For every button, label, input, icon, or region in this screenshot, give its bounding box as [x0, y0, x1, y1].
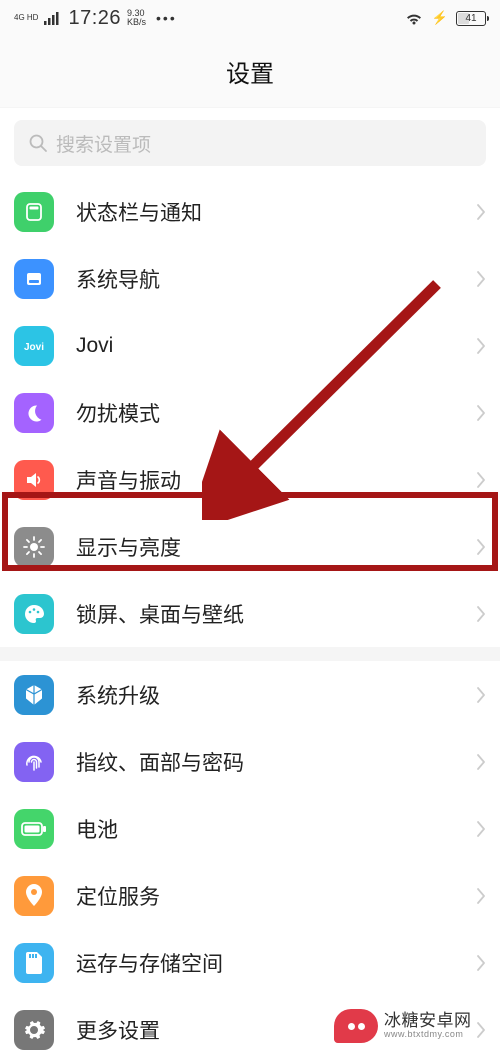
- network-mode: 4G HD: [14, 14, 38, 22]
- chevron-right-icon: [476, 539, 486, 555]
- more-icon: [14, 1010, 54, 1050]
- settings-row-display[interactable]: 显示与亮度: [0, 513, 500, 580]
- more-status-icon: •••: [156, 10, 177, 26]
- jovi-icon: Jovi: [14, 326, 54, 366]
- chevron-right-icon: [476, 472, 486, 488]
- search-icon: [28, 133, 48, 153]
- chevron-right-icon: [476, 955, 486, 971]
- row-label: Jovi: [76, 334, 476, 358]
- system-update-icon: [14, 675, 54, 715]
- status-notify-icon: [14, 192, 54, 232]
- chevron-right-icon: [476, 204, 486, 220]
- biometrics-icon: [14, 742, 54, 782]
- battery-icon: [14, 809, 54, 849]
- signal-bars-icon: [44, 11, 62, 25]
- settings-row-status-notify[interactable]: 状态栏与通知: [0, 178, 500, 245]
- settings-row-storage[interactable]: 运存与存储空间: [0, 929, 500, 996]
- settings-group: 系统升级指纹、面部与密码电池定位服务运存与存储空间更多设置: [0, 661, 500, 1063]
- chevron-right-icon: [476, 687, 486, 703]
- page-title: 设置: [0, 36, 500, 107]
- lockscreen-icon: [14, 594, 54, 634]
- svg-text:Jovi: Jovi: [24, 342, 44, 353]
- status-bar: 4G HD 17:26 9.30 KB/s ••• ⚡ 41: [0, 0, 500, 36]
- system-nav-icon: [14, 259, 54, 299]
- settings-row-biometrics[interactable]: 指纹、面部与密码: [0, 728, 500, 795]
- chevron-right-icon: [476, 338, 486, 354]
- row-label: 勿扰模式: [76, 398, 476, 428]
- settings-row-lockscreen[interactable]: 锁屏、桌面与壁纸: [0, 580, 500, 647]
- display-icon: [14, 527, 54, 567]
- chevron-right-icon: [476, 1022, 486, 1038]
- settings-row-sound[interactable]: 声音与振动: [0, 446, 500, 513]
- storage-icon: [14, 943, 54, 983]
- chevron-right-icon: [476, 888, 486, 904]
- chevron-right-icon: [476, 606, 486, 622]
- row-label: 系统升级: [76, 680, 476, 710]
- row-label: 更多设置: [76, 1015, 476, 1045]
- chevron-right-icon: [476, 821, 486, 837]
- row-label: 状态栏与通知: [76, 197, 476, 227]
- row-label: 系统导航: [76, 264, 476, 294]
- settings-row-jovi[interactable]: Jovi Jovi: [0, 312, 500, 379]
- group-divider: [0, 647, 500, 661]
- settings-row-location[interactable]: 定位服务: [0, 862, 500, 929]
- settings-row-system-update[interactable]: 系统升级: [0, 661, 500, 728]
- location-icon: [14, 876, 54, 916]
- wifi-icon: [404, 11, 424, 25]
- settings-row-battery[interactable]: 电池: [0, 795, 500, 862]
- search-container: 搜索设置项: [0, 107, 500, 178]
- row-label: 定位服务: [76, 881, 476, 911]
- dnd-icon: [14, 393, 54, 433]
- settings-row-system-nav[interactable]: 系统导航: [0, 245, 500, 312]
- sound-icon: [14, 460, 54, 500]
- settings-group: 状态栏与通知系统导航 Jovi Jovi 勿扰模式声音与振动显示与亮度锁屏、桌面与壁纸: [0, 178, 500, 647]
- battery-indicator: 41: [456, 11, 486, 26]
- chevron-right-icon: [476, 754, 486, 770]
- row-label: 电池: [76, 814, 476, 844]
- chevron-right-icon: [476, 271, 486, 287]
- chevron-right-icon: [476, 405, 486, 421]
- settings-row-more[interactable]: 更多设置: [0, 996, 500, 1063]
- row-label: 锁屏、桌面与壁纸: [76, 599, 476, 629]
- data-speed: 9.30 KB/s: [127, 9, 146, 27]
- row-label: 显示与亮度: [76, 532, 476, 562]
- row-label: 运存与存储空间: [76, 948, 476, 978]
- settings-row-dnd[interactable]: 勿扰模式: [0, 379, 500, 446]
- row-label: 声音与振动: [76, 465, 476, 495]
- clock: 17:26: [68, 7, 121, 30]
- row-label: 指纹、面部与密码: [76, 747, 476, 777]
- search-placeholder: 搜索设置项: [56, 130, 151, 157]
- charging-icon: ⚡: [432, 10, 448, 26]
- search-input[interactable]: 搜索设置项: [14, 120, 486, 166]
